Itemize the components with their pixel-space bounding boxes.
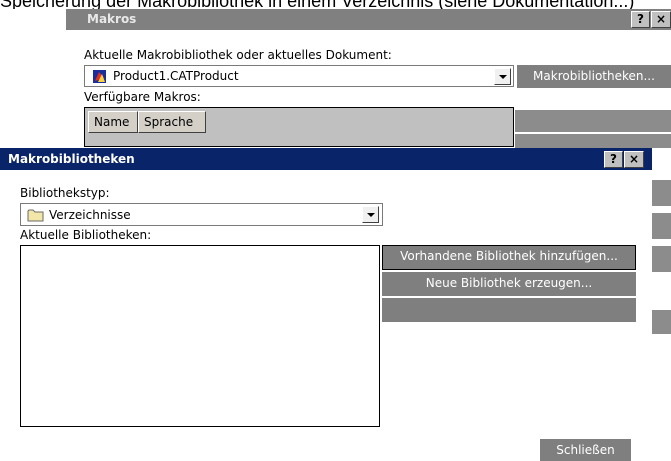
- catproduct-icon: [93, 70, 106, 83]
- available-macros-label: Verfügbare Makros:: [84, 90, 201, 104]
- makros-side-button[interactable]: [652, 310, 671, 334]
- close-button[interactable]: Schließen: [540, 439, 631, 461]
- available-macros-list[interactable]: Name Sprache: [84, 107, 514, 147]
- add-existing-library-button[interactable]: Vorhandene Bibliothek hinzufügen...: [382, 245, 636, 270]
- makros-dialog-title: Makros: [87, 12, 137, 26]
- makros-dialog-titlebar[interactable]: Makros: [66, 9, 671, 30]
- libraries-dialog-titlebar[interactable]: Makrobibliotheken: [0, 148, 652, 170]
- current-library-label: Aktuelle Makrobibliothek oder aktuelles …: [84, 48, 392, 62]
- chevron-down-icon[interactable]: [494, 68, 511, 85]
- makros-side-button[interactable]: [652, 213, 671, 239]
- makros-side-button[interactable]: [652, 180, 671, 206]
- column-header-name[interactable]: Name: [88, 111, 138, 133]
- makros-side-button[interactable]: [515, 134, 671, 148]
- library-type-combo[interactable]: Verzeichnisse: [20, 203, 383, 226]
- remove-library-button[interactable]: [382, 298, 636, 322]
- current-libraries-list[interactable]: [20, 245, 380, 427]
- folder-icon: [27, 209, 44, 222]
- chevron-down-icon[interactable]: [362, 206, 379, 223]
- makros-side-button[interactable]: [515, 110, 671, 132]
- makros-help-button[interactable]: ?: [631, 11, 650, 28]
- macro-libraries-button[interactable]: Makrobibliotheken...: [517, 65, 671, 88]
- current-library-value: Product1.CATProduct: [113, 69, 239, 83]
- column-header-language[interactable]: Sprache: [138, 111, 206, 133]
- libraries-dialog-title: Makrobibliotheken: [8, 152, 135, 166]
- makros-side-button[interactable]: [652, 246, 671, 272]
- libraries-close-button[interactable]: ×: [624, 151, 644, 168]
- current-library-combo[interactable]: Product1.CATProduct: [84, 65, 514, 87]
- library-type-label: Bibliothekstyp:: [20, 186, 110, 200]
- current-libraries-label: Aktuelle Bibliotheken:: [20, 228, 152, 242]
- makros-close-button[interactable]: ×: [651, 11, 671, 28]
- create-new-library-button[interactable]: Neue Bibliothek erzeugen...: [382, 272, 636, 296]
- libraries-help-button[interactable]: ?: [604, 151, 623, 168]
- libraries-dialog-body: Bibliothekstyp: Verzeichnisse Aktuelle B…: [0, 170, 652, 461]
- background-document-text: Speicherung der Makrobibliothek in einem…: [0, 0, 671, 9]
- library-type-value: Verzeichnisse: [49, 208, 131, 222]
